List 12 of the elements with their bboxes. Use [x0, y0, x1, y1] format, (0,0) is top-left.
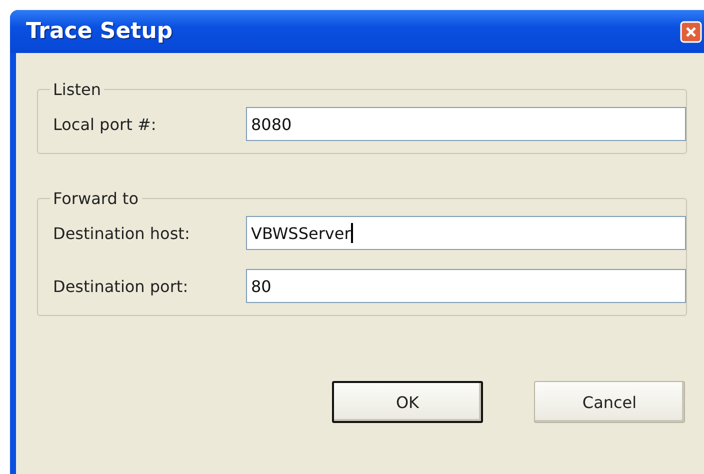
field-label: Destination host:: [53, 224, 191, 242]
group-title: Listen: [52, 80, 102, 99]
group-title: Forward to: [52, 189, 140, 208]
input-field[interactable]: 80: [246, 269, 686, 303]
input-field[interactable]: VBWSServer: [246, 216, 686, 250]
dialog-button[interactable]: OK: [332, 381, 483, 423]
input-field[interactable]: 8080: [246, 107, 686, 141]
close-icon[interactable]: [680, 20, 702, 42]
field-label: Destination port:: [53, 276, 190, 296]
window-title: Trace Setup: [26, 19, 173, 44]
dialog-button[interactable]: Cancel: [534, 381, 685, 423]
field-label: Local port #:: [53, 114, 158, 134]
